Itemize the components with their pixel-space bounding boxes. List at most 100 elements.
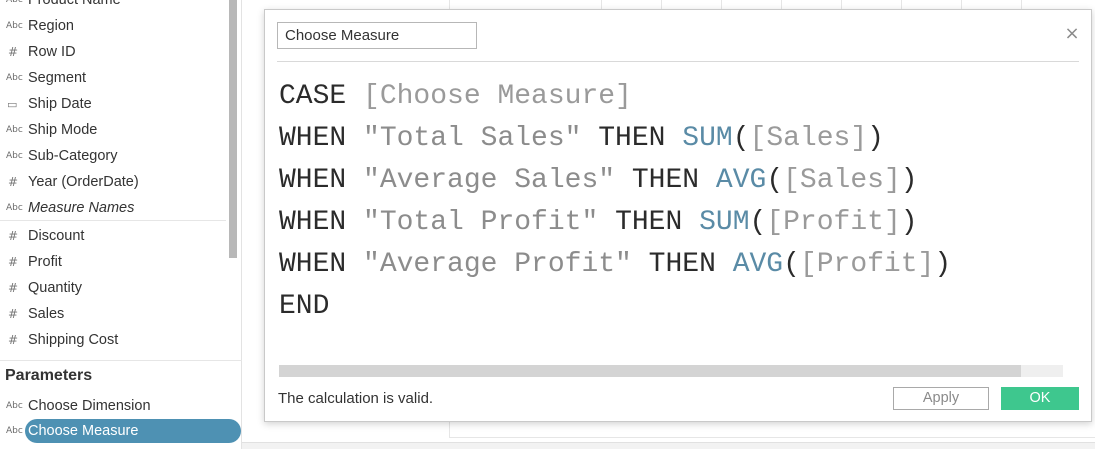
parameter-choose-measure[interactable]: Abc Choose Measure: [0, 419, 242, 443]
string-type-icon: Abc: [6, 125, 23, 135]
formula-punctuation: ): [900, 165, 918, 196]
formula-field-reference: [Sales]: [749, 123, 868, 154]
parameters-section: Parameters Abc Choose Dimension Abc Choo…: [0, 360, 242, 449]
field-label: Quantity: [28, 280, 82, 296]
formula-punctuation: ): [867, 123, 884, 154]
field-label: Product Name: [28, 0, 121, 8]
field-label: Region: [28, 18, 74, 34]
calculation-name-input[interactable]: [277, 22, 477, 49]
string-type-icon: Abc: [6, 0, 23, 5]
formula-editor[interactable]: CASE [Choose Measure] WHEN "Total Sales" …: [279, 76, 1079, 366]
formula-keyword: WHEN: [279, 165, 364, 196]
formula-string-literal: "Average Profit": [363, 249, 632, 280]
formula-punctuation: (: [732, 123, 750, 154]
formula-function: SUM: [682, 123, 733, 154]
field-label: Profit: [28, 254, 62, 270]
validation-message: The calculation is valid.: [278, 390, 434, 407]
formula-field-reference: [Profit]: [766, 207, 901, 238]
field-year-orderdate[interactable]: # Year (OrderDate): [0, 169, 226, 195]
formula-field-reference: [Choose Measure]: [363, 81, 632, 112]
formula-line: WHEN "Total Sales" THEN SUM([Sales]): [279, 118, 1079, 160]
field-measure-names[interactable]: Abc Measure Names: [0, 195, 226, 221]
formula-string-literal: "Total Sales": [363, 123, 582, 154]
formula-keyword: THEN: [615, 165, 716, 196]
date-type-icon: ▭: [7, 97, 18, 111]
formula-keyword: WHEN: [279, 207, 364, 238]
parameters-header: Parameters: [5, 367, 93, 384]
formula-punctuation: ): [934, 249, 952, 280]
string-type-icon: Abc: [6, 73, 23, 83]
number-type-icon: #: [8, 255, 19, 269]
number-type-icon: #: [8, 281, 19, 295]
field-label: Discount: [28, 228, 85, 244]
field-label: Shipping Cost: [28, 332, 119, 348]
formula-string-literal: "Average Sales": [363, 165, 616, 196]
calculation-editor-dialog: × CASE [Choose Measure]WHEN "Total Sales…: [264, 9, 1092, 422]
number-type-icon: #: [8, 333, 19, 347]
string-type-icon: Abc: [6, 426, 23, 436]
formula-punctuation: (: [749, 207, 767, 238]
number-type-icon: #: [8, 229, 19, 243]
formula-string-literal: "Total Profit": [363, 207, 599, 238]
parameter-label: Choose Dimension: [28, 398, 151, 414]
number-type-icon: #: [8, 307, 19, 321]
string-type-icon: Abc: [6, 21, 23, 31]
field-label: Sales: [28, 306, 65, 322]
number-type-icon: #: [8, 175, 19, 189]
apply-button[interactable]: Apply: [893, 387, 989, 410]
close-icon[interactable]: ×: [1063, 25, 1081, 43]
field-region[interactable]: Abc Region: [0, 13, 226, 39]
field-label: Ship Mode: [28, 122, 98, 138]
parameter-choose-dimension[interactable]: Abc Choose Dimension: [0, 394, 242, 418]
field-label: Measure Names: [28, 200, 135, 216]
formula-field-reference: [Profit]: [799, 249, 935, 280]
formula-function: AVG: [732, 249, 784, 280]
field-label: Sub-Category: [28, 148, 118, 164]
field-label: Ship Date: [28, 96, 92, 112]
field-quantity[interactable]: # Quantity: [0, 275, 226, 301]
string-type-icon: Abc: [6, 401, 23, 411]
formula-function: AVG: [715, 165, 767, 196]
formula-keyword: THEN: [631, 249, 733, 280]
parameter-label: Choose Measure: [28, 423, 139, 439]
field-sub-category[interactable]: Abc Sub-Category: [0, 143, 226, 169]
formula-keyword: CASE: [279, 81, 364, 112]
formula-keyword: WHEN: [279, 249, 364, 280]
formula-punctuation: (: [766, 165, 784, 196]
formula-punctuation: ): [900, 207, 918, 238]
worksheet-border: [449, 437, 1095, 438]
field-segment[interactable]: Abc Segment: [0, 65, 226, 91]
string-type-icon: Abc: [6, 203, 23, 213]
formula-line: END: [279, 286, 1079, 328]
number-type-icon: #: [8, 45, 19, 59]
field-row-id[interactable]: # Row ID: [0, 39, 226, 65]
formula-field-reference: [Sales]: [783, 165, 901, 196]
formula-keyword: END: [279, 291, 330, 322]
formula-line: WHEN "Total Profit" THEN SUM([Profit]): [279, 202, 1079, 244]
field-label: Row ID: [28, 44, 76, 60]
field-shipping-cost[interactable]: # Shipping Cost: [0, 327, 226, 353]
formula-keyword: THEN: [581, 123, 683, 154]
formula-keyword: WHEN: [279, 123, 364, 154]
data-pane: Abc Product Name Abc Region # Row ID Abc…: [0, 0, 242, 449]
formula-punctuation: (: [783, 249, 800, 280]
formula-line: WHEN "Average Profit" THEN AVG([Profit]): [279, 244, 1079, 286]
field-label: Segment: [28, 70, 87, 86]
formula-line: CASE [Choose Measure]: [279, 76, 1079, 118]
field-profit[interactable]: # Profit: [0, 249, 226, 275]
formula-keyword: THEN: [598, 207, 700, 238]
field-discount[interactable]: # Discount: [0, 223, 226, 249]
field-product-name[interactable]: Abc Product Name: [0, 0, 226, 13]
string-type-icon: Abc: [6, 151, 23, 161]
field-ship-date[interactable]: ▭ Ship Date: [0, 91, 226, 117]
field-ship-mode[interactable]: Abc Ship Mode: [0, 117, 226, 143]
field-sales[interactable]: # Sales: [0, 301, 226, 327]
ok-button[interactable]: OK: [1001, 387, 1079, 410]
dimensions-measures-divider: [0, 220, 226, 221]
formula-function: SUM: [699, 207, 750, 238]
formula-horizontal-scrollbar-thumb[interactable]: [279, 365, 1021, 377]
header-divider: [277, 61, 1079, 62]
formula-line: WHEN "Average Sales" THEN AVG([Sales]): [279, 160, 1079, 202]
field-label: Year (OrderDate): [28, 174, 139, 190]
data-pane-scrollbar[interactable]: [229, 0, 237, 258]
